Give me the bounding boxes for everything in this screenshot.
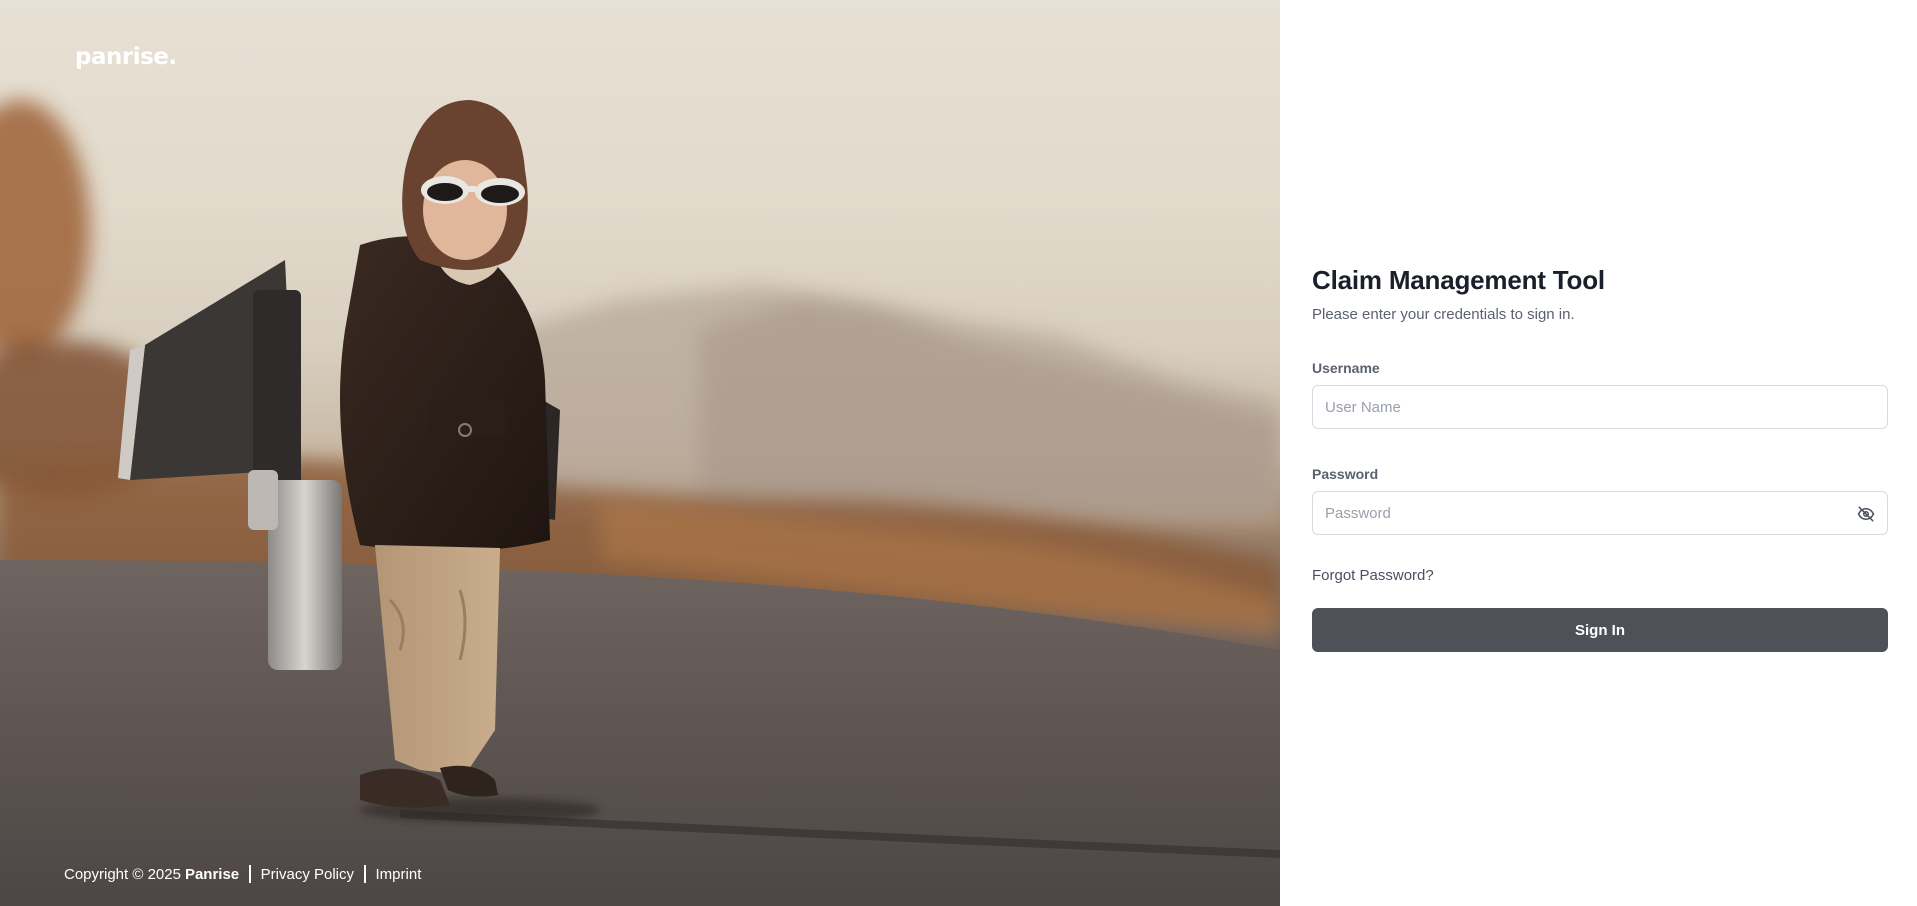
- brand-logo[interactable]: panrise.: [75, 44, 177, 70]
- login-form: Claim Management Tool Please enter your …: [1312, 265, 1888, 652]
- page-subtitle: Please enter your credentials to sign in…: [1312, 306, 1575, 323]
- company-name: Panrise: [184, 865, 240, 883]
- password-label: Password: [1312, 466, 1379, 482]
- copyright-prefix: Copyright © 2025: [64, 865, 181, 883]
- copyright-text: Copyright © 2025 Panrise: [64, 866, 239, 883]
- username-input[interactable]: [1313, 386, 1887, 428]
- login-panel: Claim Management Tool Please enter your …: [1280, 0, 1917, 906]
- imprint-link[interactable]: Imprint: [376, 866, 422, 883]
- hero-image: [0, 100, 1280, 906]
- footer: Copyright © 2025 Panrise Privacy Policy I…: [64, 865, 421, 883]
- footer-separator: [249, 865, 251, 883]
- eye-off-icon[interactable]: [1855, 503, 1877, 525]
- hero-panel: panrise. Copyright © 2025 Panrise Privacy…: [0, 0, 1280, 906]
- forgot-password-link[interactable]: Forgot Password?: [1312, 567, 1434, 584]
- password-input[interactable]: [1313, 492, 1887, 534]
- username-field-wrapper: [1312, 385, 1888, 429]
- privacy-policy-link[interactable]: Privacy Policy: [261, 866, 354, 883]
- page-title: Claim Management Tool: [1312, 265, 1605, 295]
- footer-separator: [364, 865, 366, 883]
- sign-in-button[interactable]: Sign In: [1312, 608, 1888, 652]
- password-field-wrapper: [1312, 491, 1888, 535]
- username-label: Username: [1312, 360, 1380, 376]
